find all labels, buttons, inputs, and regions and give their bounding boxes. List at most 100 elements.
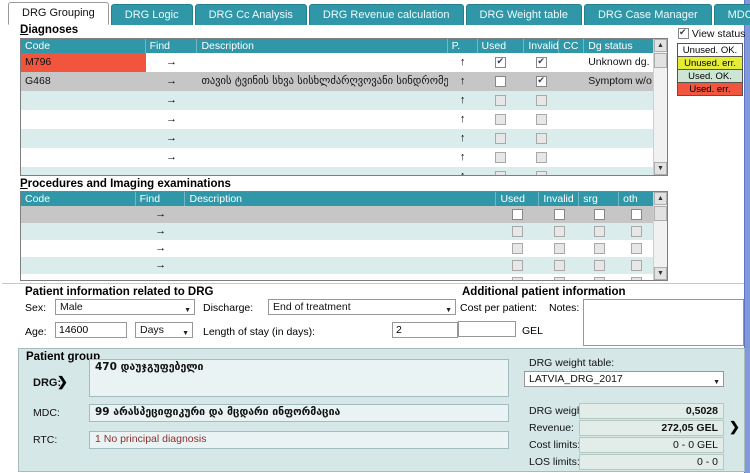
principal-arrow-icon[interactable]: ↑: [460, 170, 466, 176]
age-unit-select[interactable]: Days ▼: [135, 322, 193, 338]
used-checkbox[interactable]: [495, 76, 506, 87]
used-cell: [497, 274, 540, 281]
scroll-down-button[interactable]: ▼: [654, 267, 667, 280]
used-checkbox: [495, 152, 506, 163]
age-field[interactable]: [55, 322, 127, 338]
table-row[interactable]: →↑: [21, 91, 654, 110]
table-row[interactable]: →↑: [21, 110, 654, 129]
drg-weight-table-select[interactable]: LATVIA_DRG_2017 ▼: [524, 371, 724, 387]
principal-arrow-icon[interactable]: ↑: [460, 113, 466, 125]
find-button[interactable]: →: [155, 208, 166, 220]
oth-checkbox[interactable]: [631, 209, 642, 220]
sex-select[interactable]: Male ▼: [55, 299, 195, 315]
invalid-checkbox: [536, 114, 547, 125]
find-cell: →: [146, 110, 198, 129]
table-row[interactable]: M796→↑✔✔Unknown dg.: [21, 53, 654, 72]
drg-weight-table-value: LATVIA_DRG_2017: [529, 373, 623, 385]
tab-drg-weight-table[interactable]: DRG Weight table: [466, 4, 582, 25]
invalid-checkbox: [536, 133, 547, 144]
find-button[interactable]: →: [155, 276, 166, 281]
cost-per-patient-field[interactable]: [458, 321, 516, 337]
column-header: Used: [478, 39, 525, 53]
principal-cell: ↑: [448, 148, 478, 167]
cost-limits-value: 0 - 0 GEL: [579, 437, 724, 453]
code-cell[interactable]: [21, 129, 146, 148]
invalid-checkbox[interactable]: ✔: [536, 57, 547, 68]
table-row[interactable]: →: [21, 223, 654, 240]
invalid-checkbox: [536, 95, 547, 106]
find-button[interactable]: →: [166, 94, 177, 106]
invalid-checkbox[interactable]: [554, 209, 565, 220]
find-button[interactable]: →: [166, 132, 177, 144]
scroll-up-button[interactable]: ▲: [654, 192, 667, 205]
find-cell: →: [136, 240, 186, 257]
code-cell[interactable]: [21, 110, 146, 129]
code-cell[interactable]: G468: [21, 72, 146, 91]
notes-field[interactable]: [583, 299, 744, 346]
srg-checkbox[interactable]: [594, 209, 605, 220]
invalid-checkbox[interactable]: ✔: [536, 76, 547, 87]
tab-drg-revenue-calculation[interactable]: DRG Revenue calculation: [309, 4, 464, 25]
cc-cell: [559, 110, 584, 129]
table-row[interactable]: →: [21, 206, 654, 223]
find-button[interactable]: →: [166, 113, 177, 125]
principal-arrow-icon[interactable]: ↑: [460, 56, 466, 68]
find-button[interactable]: →: [155, 242, 166, 254]
procedures-scrollbar[interactable]: ▲ ▼: [653, 192, 667, 280]
scroll-thumb[interactable]: [654, 53, 667, 68]
check-icon: ✔: [537, 57, 545, 66]
discharge-select[interactable]: End of treatment ▼: [268, 299, 456, 315]
table-row[interactable]: →↑: [21, 129, 654, 148]
table-row[interactable]: →: [21, 257, 654, 274]
find-button[interactable]: →: [155, 225, 166, 237]
table-row[interactable]: →↑: [21, 167, 654, 176]
table-row[interactable]: G468→თავის ტვინის სხვა სისხლძარღვოვანი ს…: [21, 72, 654, 91]
column-header: Used: [496, 192, 539, 206]
used-checkbox[interactable]: [512, 209, 523, 220]
srg-cell: [579, 240, 619, 257]
find-button[interactable]: →: [166, 56, 177, 68]
code-cell[interactable]: [21, 257, 136, 274]
table-header: CodeFindDescriptionUsedInvalidsrgoth: [21, 192, 654, 206]
tab-drg-case-manager[interactable]: DRG Case Manager: [584, 4, 712, 25]
tab-mdc-help[interactable]: MDC Help: [714, 4, 750, 25]
dg-status-cell: [584, 110, 654, 129]
find-button[interactable]: →: [166, 75, 177, 87]
principal-arrow-icon[interactable]: ↑: [460, 132, 466, 144]
revenue-detail-chevron[interactable]: ❯: [729, 419, 740, 435]
view-status-checkbox[interactable]: ✔: [678, 28, 689, 39]
scroll-up-button[interactable]: ▲: [654, 39, 667, 52]
los-limits-value: 0 - 0: [579, 454, 724, 470]
drg-expand-chevron[interactable]: ❯: [57, 374, 68, 390]
principal-arrow-icon[interactable]: ↑: [460, 151, 466, 163]
find-button[interactable]: →: [166, 170, 177, 176]
code-cell[interactable]: [21, 223, 136, 240]
principal-arrow-icon[interactable]: ↑: [460, 94, 466, 106]
procedures-title: Procedures and Imaging examinations: [20, 178, 231, 190]
code-cell[interactable]: M796: [21, 53, 146, 72]
scroll-thumb[interactable]: [654, 206, 667, 221]
srg-cell: [579, 274, 619, 281]
code-cell[interactable]: [21, 148, 146, 167]
diagnoses-body: CodeFindDescriptionP.UsedInvalidCCDg sta…: [21, 39, 654, 176]
find-button[interactable]: →: [166, 151, 177, 163]
length-of-stay-field[interactable]: [392, 322, 458, 338]
table-row[interactable]: →: [21, 240, 654, 257]
find-button[interactable]: →: [155, 259, 166, 271]
diagnoses-scrollbar[interactable]: ▲ ▼: [653, 39, 667, 175]
code-cell[interactable]: [21, 206, 136, 223]
mdc-label: MDC:: [33, 407, 60, 419]
used-checkbox[interactable]: ✔: [495, 57, 506, 68]
code-cell[interactable]: [21, 167, 146, 176]
tab-drg-cc-analysis[interactable]: DRG Cc Analysis: [195, 4, 307, 25]
code-cell[interactable]: [21, 240, 136, 257]
table-row[interactable]: →↑: [21, 148, 654, 167]
principal-arrow-icon[interactable]: ↑: [460, 75, 466, 87]
table-row[interactable]: →: [21, 274, 654, 281]
tab-drg-grouping[interactable]: DRG Grouping: [8, 2, 109, 25]
check-icon: ✔: [496, 57, 504, 66]
code-cell[interactable]: [21, 91, 146, 110]
tab-drg-logic[interactable]: DRG Logic: [111, 4, 193, 25]
code-cell[interactable]: [21, 274, 136, 281]
scroll-down-button[interactable]: ▼: [654, 162, 667, 175]
